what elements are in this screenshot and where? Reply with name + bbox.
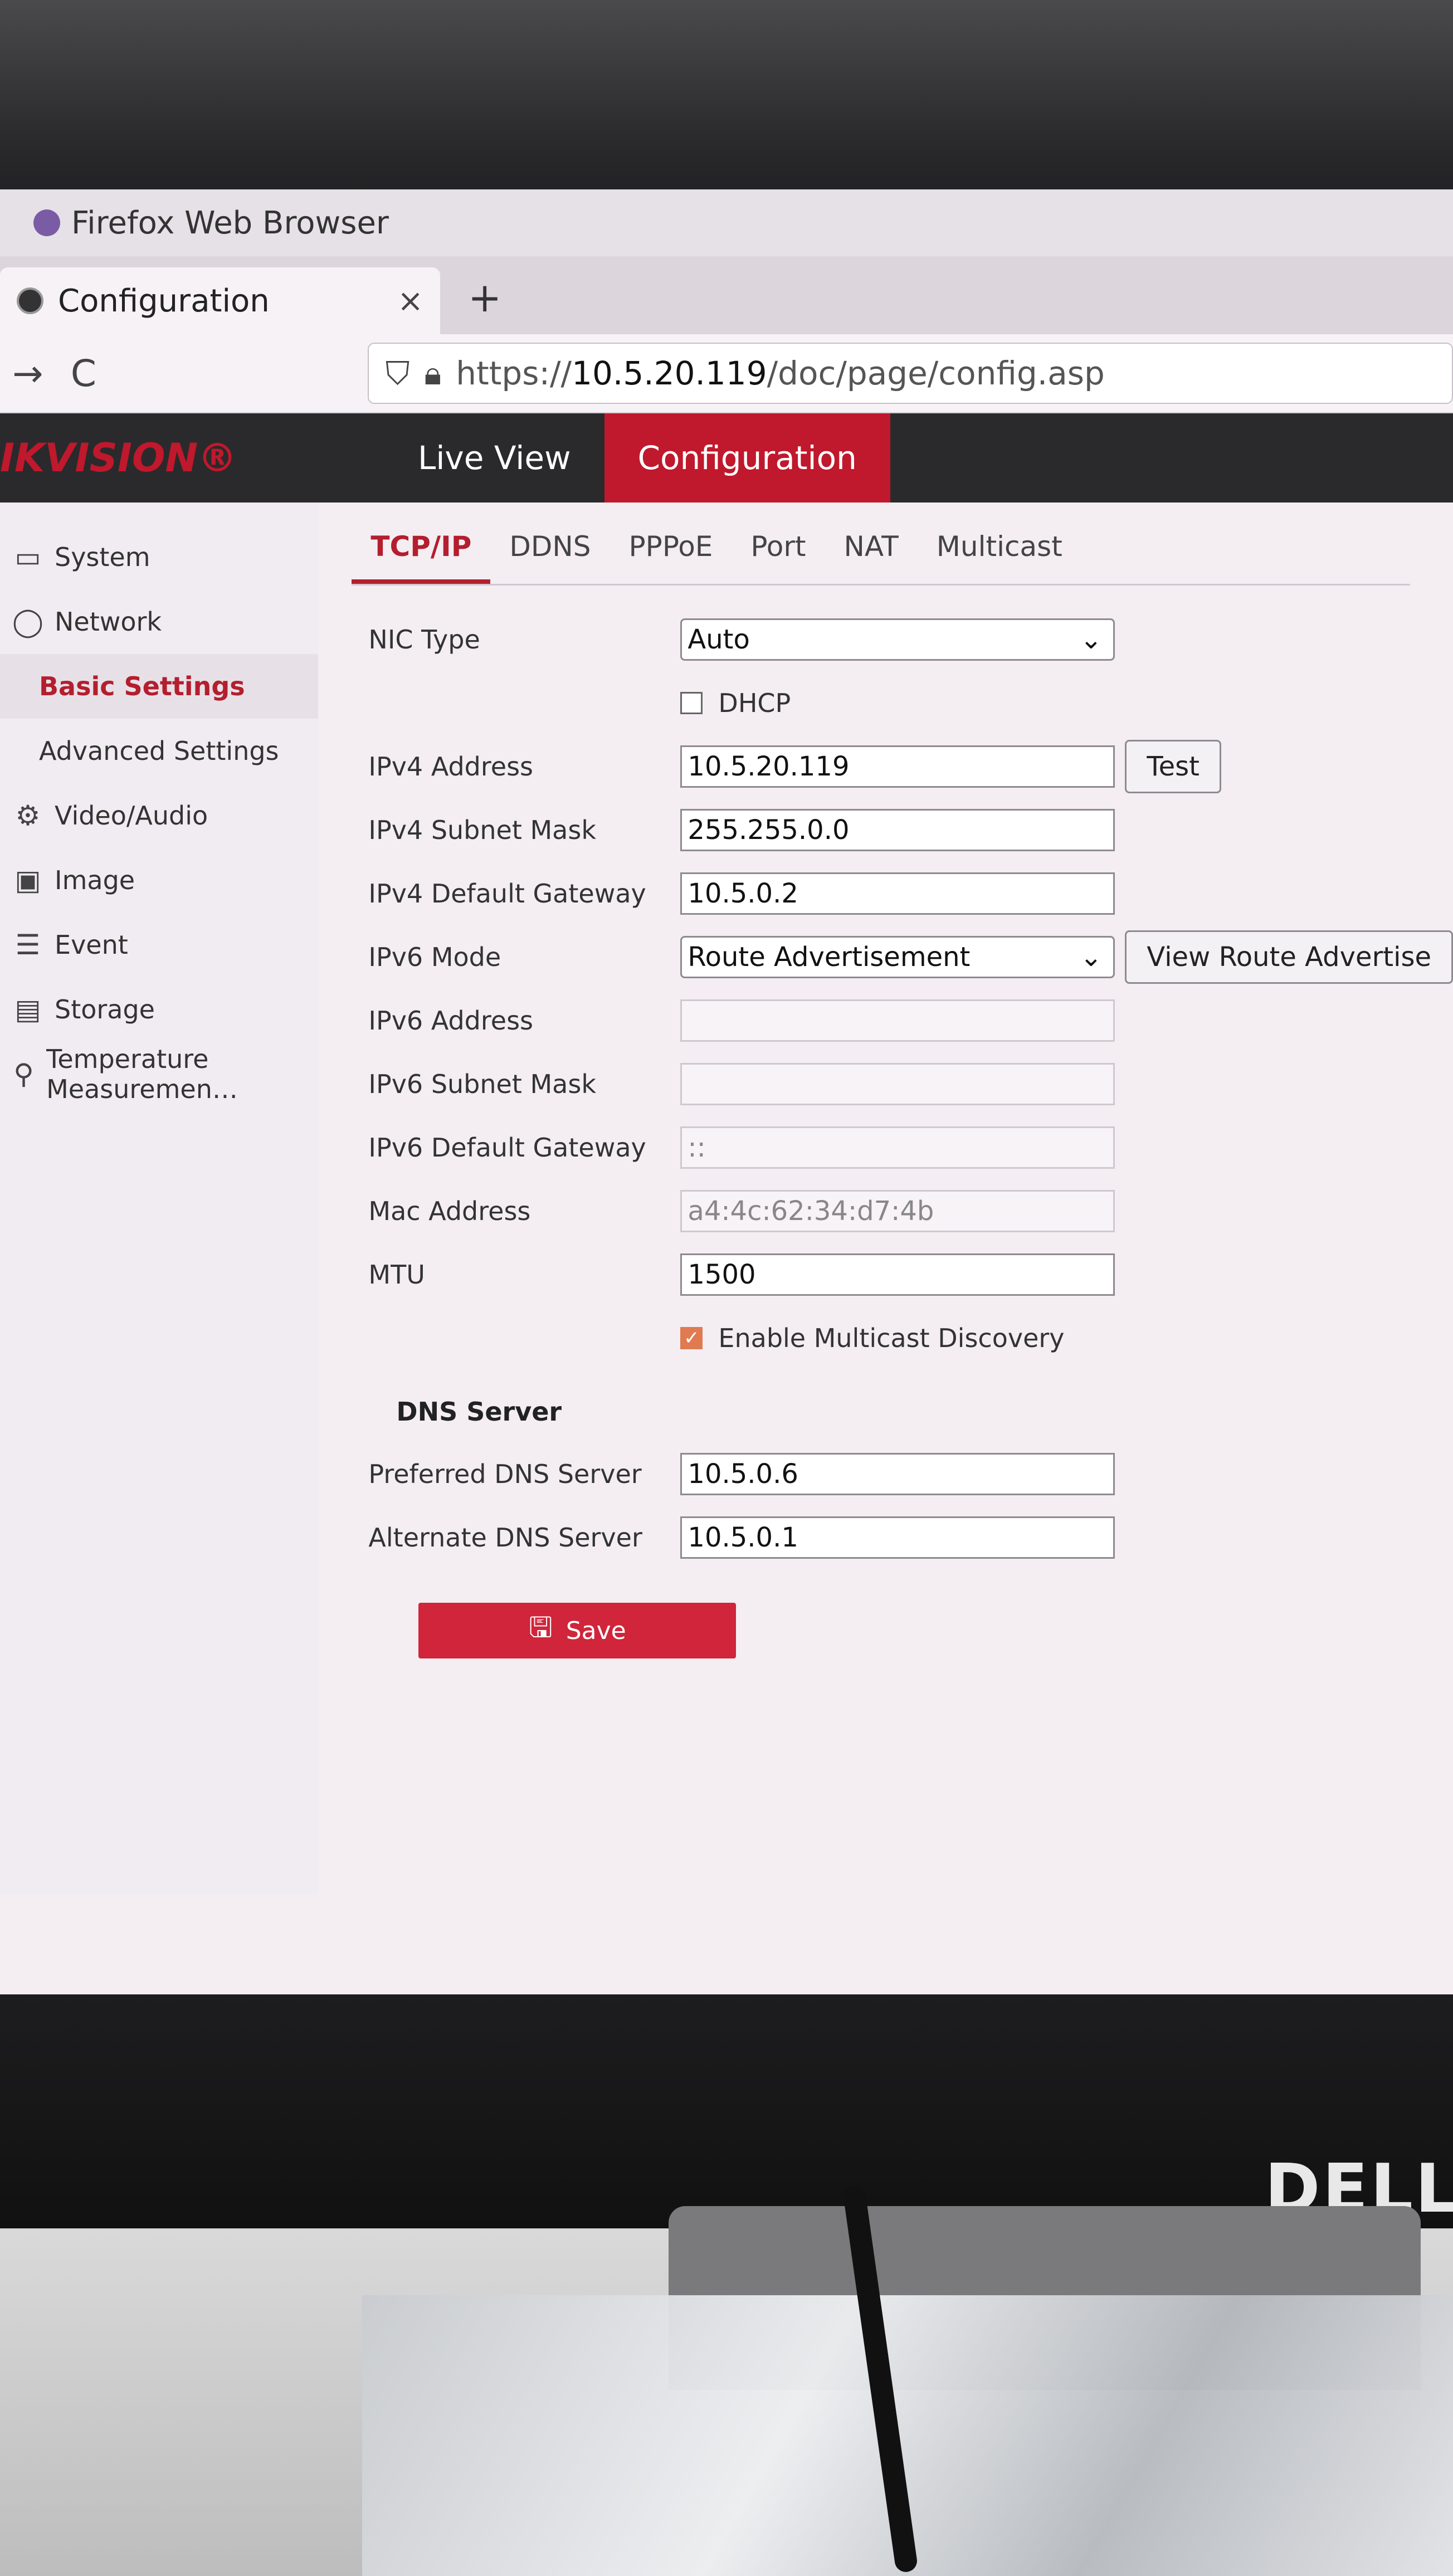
shield-icon[interactable]: ⛉: [386, 354, 410, 393]
test-button[interactable]: Test: [1125, 740, 1221, 793]
url-bar[interactable]: ⛉ 🔒︎ https:// 10.5.20.119 /doc/page/conf…: [367, 343, 1453, 404]
chevron-down-icon: ⌄: [1080, 624, 1103, 655]
multicast-discovery-row: ✓ Enable Multicast Discovery: [352, 1306, 1453, 1370]
storage-icon: ▤: [14, 993, 41, 1026]
lock-icon[interactable]: 🔒︎: [424, 354, 441, 393]
tab-strip: Configuration × +: [0, 256, 1453, 334]
image-icon: ▣: [14, 864, 41, 896]
ipv4-mask-input[interactable]: 255.255.0.0: [680, 809, 1115, 851]
tab-tcpip[interactable]: TCP/IP: [352, 519, 491, 584]
alternate-dns-label: Alternate DNS Server: [368, 1523, 642, 1553]
ipv6-gateway-label: IPv6 Default Gateway: [368, 1133, 646, 1163]
mac-address-label: Mac Address: [368, 1196, 531, 1226]
sidebar: ▭ System ◯ Network Basic Settings Advanc…: [0, 502, 319, 1895]
ipv4-gateway-label: IPv4 Default Gateway: [368, 879, 646, 909]
new-tab-button[interactable]: +: [468, 274, 501, 321]
view-route-advertisement-button[interactable]: View Route Advertise: [1125, 930, 1453, 984]
sidebar-item-label: Image: [55, 865, 135, 895]
browser-tab-configuration[interactable]: Configuration ×: [0, 267, 440, 334]
navigation-bar: → C ⛉ 🔒︎ https:// 10.5.20.119 /doc/page/…: [0, 334, 1453, 413]
close-tab-icon[interactable]: ×: [397, 283, 423, 319]
ipv4-mask-label: IPv4 Subnet Mask: [368, 815, 596, 845]
ipv4-address-label: IPv4 Address: [368, 752, 534, 782]
network-icon: ◯: [12, 606, 43, 638]
sidebar-item-label: System: [55, 542, 150, 572]
tab-label: Configuration: [58, 282, 270, 319]
nic-type-label: NIC Type: [368, 625, 480, 655]
preferred-dns-label: Preferred DNS Server: [368, 1459, 642, 1489]
ipv6-mode-select[interactable]: Route Advertisement ⌄: [680, 936, 1115, 978]
sidebar-item-label: Video/Audio: [55, 801, 208, 831]
sidebar-item-storage[interactable]: ▤ Storage: [0, 977, 318, 1042]
ipv6-mask-label: IPv6 Subnet Mask: [368, 1069, 596, 1099]
mtu-label: MTU: [368, 1260, 425, 1290]
url-host: 10.5.20.119: [572, 354, 767, 392]
ipv6-address-label: IPv6 Address: [368, 1006, 534, 1036]
event-icon: ☰: [15, 929, 41, 961]
sidebar-item-image[interactable]: ▣ Image: [0, 848, 318, 913]
sidebar-item-network[interactable]: ◯ Network: [0, 589, 318, 654]
sidebar-item-label: Temperature Measuremen…: [46, 1044, 238, 1104]
preferred-dns-input[interactable]: 10.5.0.6: [680, 1453, 1115, 1495]
tab-ddns[interactable]: DDNS: [490, 519, 610, 584]
multicast-discovery-label: Enable Multicast Discovery: [718, 1323, 1065, 1353]
hikvision-logo: IKVISION®: [0, 435, 237, 481]
tab-port[interactable]: Port: [732, 519, 825, 584]
window-titlebar: Firefox Web Browser: [0, 189, 1453, 256]
sidebar-item-basic-settings[interactable]: Basic Settings: [0, 654, 319, 719]
tab-pppoe[interactable]: PPPoE: [610, 519, 732, 584]
ipv4-gateway-input[interactable]: 10.5.0.2: [680, 872, 1115, 915]
ipv4-address-input[interactable]: 10.5.20.119: [680, 745, 1115, 788]
save-icon: 🖫: [529, 1611, 553, 1643]
mac-address-input: a4:4c:62:34:d7:4b: [680, 1190, 1115, 1232]
main-panel: TCP/IP DDNS PPPoE Port NAT Multicast NIC…: [318, 502, 1453, 1895]
save-button[interactable]: 🖫 Save: [418, 1603, 737, 1658]
chevron-down-icon: ⌄: [1080, 941, 1103, 973]
sidebar-item-label: Storage: [55, 994, 155, 1024]
system-icon: ▭: [14, 541, 41, 573]
dhcp-row: DHCP: [352, 671, 1453, 735]
tab-live-view[interactable]: Live View: [384, 413, 604, 502]
forward-button[interactable]: →: [0, 352, 56, 395]
sidebar-item-event[interactable]: ☰ Event: [0, 913, 318, 977]
favicon-icon: [17, 287, 43, 314]
url-path: /doc/page/config.asp: [767, 354, 1105, 392]
multicast-discovery-checkbox[interactable]: ✓: [680, 1327, 703, 1349]
sidebar-item-label: Network: [55, 607, 162, 637]
ipv6-mask-input: [680, 1063, 1115, 1105]
tab-configuration[interactable]: Configuration: [604, 413, 890, 502]
nic-type-value: Auto: [688, 624, 750, 655]
app-header: IKVISION® Live View Configuration: [0, 413, 1453, 502]
thermometer-icon: ⚲: [13, 1058, 34, 1090]
sidebar-item-system[interactable]: ▭ System: [0, 525, 318, 589]
video-icon: ⚙: [15, 799, 41, 832]
ipv6-gateway-input: ::: [680, 1126, 1115, 1169]
sidebar-item-label: Advanced Settings: [39, 736, 279, 766]
reload-button[interactable]: C: [56, 352, 111, 395]
sidebar-item-advanced-settings[interactable]: Advanced Settings: [0, 719, 318, 783]
save-label: Save: [565, 1616, 626, 1645]
sidebar-item-temperature[interactable]: ⚲ Temperature Measuremen…: [0, 1042, 318, 1106]
nic-type-select[interactable]: Auto ⌄: [680, 618, 1115, 661]
network-subtabs: TCP/IP DDNS PPPoE Port NAT Multicast: [352, 519, 1411, 586]
url-scheme: https://: [456, 354, 572, 392]
ipv6-mode-value: Route Advertisement: [688, 941, 971, 973]
ipv6-address-input: [680, 999, 1115, 1042]
alternate-dns-input[interactable]: 10.5.0.1: [680, 1516, 1115, 1559]
browser-screen: Firefox Web Browser Configuration × + → …: [0, 189, 1453, 2017]
dhcp-label: DHCP: [718, 688, 791, 718]
tab-nat[interactable]: NAT: [825, 519, 918, 584]
firefox-icon: [33, 209, 60, 236]
mtu-input[interactable]: 1500: [680, 1253, 1115, 1296]
window-title: Firefox Web Browser: [71, 204, 389, 241]
ipv6-mode-label: IPv6 Mode: [368, 942, 501, 972]
dns-section-title: DNS Server: [396, 1397, 562, 1427]
sidebar-item-video-audio[interactable]: ⚙ Video/Audio: [0, 783, 318, 848]
tab-multicast[interactable]: Multicast: [918, 519, 1081, 584]
tcpip-form: NIC Type Auto ⌄ DHCP IPv4 Address 10.5.2…: [352, 608, 1453, 1658]
sidebar-item-label: Basic Settings: [39, 671, 245, 701]
monitor-bezel-bottom: [0, 1994, 1453, 2228]
dhcp-checkbox[interactable]: [680, 692, 703, 714]
sidebar-item-label: Event: [55, 930, 128, 960]
